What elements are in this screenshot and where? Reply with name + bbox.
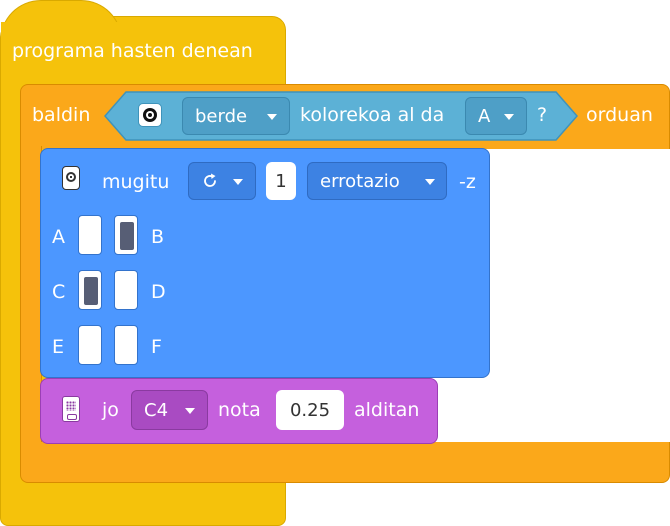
port-label-a: A bbox=[52, 226, 65, 248]
unit-value: errotazio bbox=[320, 170, 400, 192]
color-sensor-icon bbox=[138, 103, 162, 127]
note-label: nota bbox=[218, 399, 261, 421]
port-dropdown[interactable]: A bbox=[465, 97, 527, 135]
play-label: jo bbox=[102, 399, 119, 421]
chevron-down-icon bbox=[185, 408, 195, 414]
if-block-bottom bbox=[20, 442, 670, 483]
question-mark: ? bbox=[537, 104, 548, 126]
if-label: baldin bbox=[32, 104, 91, 126]
duration-input[interactable]: 0.25 bbox=[276, 390, 344, 430]
color-dropdown[interactable]: berde bbox=[182, 97, 290, 135]
chevron-down-icon bbox=[425, 179, 435, 185]
condition-label: kolorekoa al da bbox=[300, 104, 445, 126]
hub-speaker-icon bbox=[62, 396, 80, 422]
port-toggle-d[interactable] bbox=[114, 270, 138, 310]
chevron-down-icon bbox=[267, 114, 277, 120]
unit-suffix: -z bbox=[459, 171, 476, 193]
note-dropdown[interactable]: C4 bbox=[131, 390, 208, 430]
port-toggle-b[interactable] bbox=[114, 215, 138, 255]
unit-dropdown[interactable]: errotazio bbox=[307, 162, 447, 200]
port-label-e: E bbox=[52, 336, 65, 358]
direction-dropdown[interactable] bbox=[188, 162, 256, 200]
amount-input[interactable]: 1 bbox=[266, 162, 296, 200]
port-toggle-f[interactable] bbox=[114, 325, 138, 365]
if-block-arm bbox=[20, 146, 42, 444]
motor-icon bbox=[62, 166, 80, 190]
event-block-label: programa hasten denean bbox=[12, 40, 253, 62]
port-label-f: F bbox=[151, 336, 162, 358]
note-value: C4 bbox=[144, 399, 169, 421]
move-label: mugitu bbox=[102, 171, 170, 193]
chevron-down-icon bbox=[233, 179, 243, 185]
color-value: berde bbox=[195, 105, 248, 127]
chevron-down-icon bbox=[504, 114, 514, 120]
port-toggle-e[interactable] bbox=[78, 325, 102, 365]
port-value: A bbox=[478, 105, 491, 127]
then-label: orduan bbox=[586, 104, 653, 126]
port-label-b: B bbox=[151, 226, 165, 248]
port-toggle-a[interactable] bbox=[78, 215, 102, 255]
port-toggle-c[interactable] bbox=[78, 270, 102, 310]
clockwise-icon bbox=[204, 173, 216, 187]
port-label-c: C bbox=[52, 281, 66, 303]
duration-label: alditan bbox=[354, 399, 420, 421]
port-label-d: D bbox=[151, 281, 166, 303]
